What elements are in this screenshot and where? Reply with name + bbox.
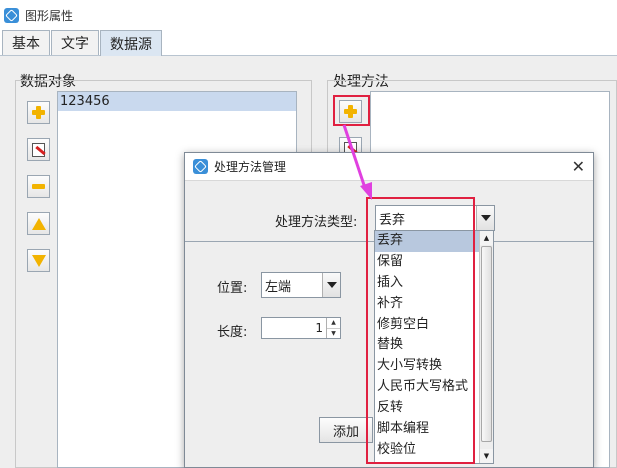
position-select[interactable]: 左端: [261, 272, 341, 298]
plus-icon: [32, 106, 45, 119]
edit-data-object-button[interactable]: [27, 138, 50, 161]
close-icon[interactable]: ✕: [572, 157, 585, 176]
window-title-bar: 图形属性: [0, 0, 617, 30]
highlight-add-processing: [333, 95, 370, 126]
tab-text[interactable]: 文字: [51, 30, 99, 55]
list-item[interactable]: 123456: [58, 92, 296, 111]
dropdown-scrollbar[interactable]: ▲ ▼: [479, 231, 493, 463]
position-select-value: 左端: [265, 279, 292, 295]
add-data-object-button[interactable]: [27, 101, 50, 124]
minus-icon: [32, 184, 45, 189]
move-down-button[interactable]: [27, 249, 50, 272]
remove-data-object-button[interactable]: [27, 175, 50, 198]
app-icon: [4, 7, 19, 23]
dialog-title: 处理方法管理: [214, 160, 287, 174]
scroll-thumb[interactable]: [481, 246, 492, 442]
length-stepper[interactable]: 1 ▲ ▼: [261, 317, 341, 339]
scroll-up-icon[interactable]: ▲: [480, 231, 493, 245]
add-button[interactable]: 添加: [319, 417, 373, 443]
window-title: 图形属性: [25, 8, 74, 23]
length-value[interactable]: 1: [262, 318, 326, 338]
tab-basic[interactable]: 基本: [2, 30, 50, 55]
dialog-title-bar: 处理方法管理: [185, 153, 593, 181]
position-label: 位置:: [217, 281, 248, 296]
tab-bar: 基本 文字 数据源: [0, 30, 617, 56]
arrow-down-icon: [31, 254, 46, 267]
type-label: 处理方法类型:: [275, 215, 358, 230]
stepper-up-icon[interactable]: ▲: [327, 318, 340, 329]
arrow-up-icon: [31, 217, 46, 230]
stepper-down-icon[interactable]: ▼: [327, 329, 340, 339]
edit-icon: [32, 142, 45, 157]
chevron-down-icon[interactable]: [322, 273, 340, 297]
scroll-down-icon[interactable]: ▼: [480, 449, 493, 463]
chevron-down-icon[interactable]: [476, 206, 494, 230]
tab-datasource[interactable]: 数据源: [100, 30, 162, 56]
app-icon: [193, 159, 208, 174]
move-up-button[interactable]: [27, 212, 50, 235]
length-label: 长度:: [217, 325, 248, 340]
highlight-type-dropdown: [366, 197, 475, 464]
